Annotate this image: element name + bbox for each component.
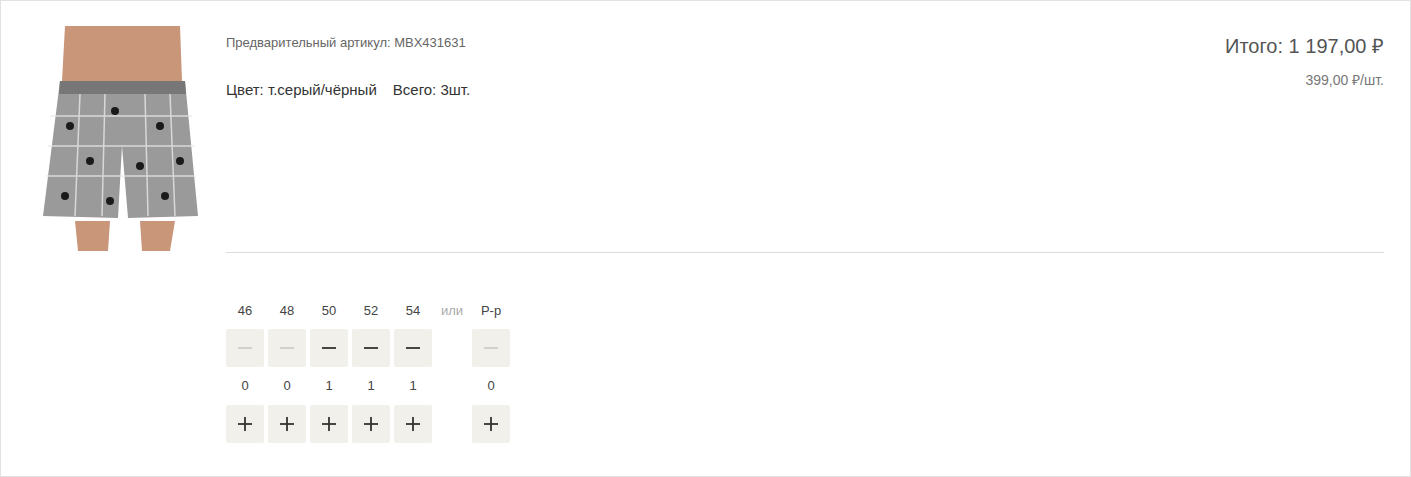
article-label: Предварительный артикул: MBX431631 [226,26,470,51]
increase-button[interactable] [394,405,432,443]
size-column: 48 0 [268,302,306,443]
increase-button[interactable] [310,405,348,443]
custom-size-column: Р-р 0 [472,302,510,443]
minus-icon [279,340,295,356]
increase-button[interactable] [472,405,510,443]
minus-icon [237,340,253,356]
plus-icon [405,416,421,432]
size-label: 50 [322,302,336,320]
plus-icon [363,416,379,432]
minus-icon [363,340,379,356]
size-label: 52 [364,302,378,320]
decrease-button[interactable] [352,329,390,367]
size-label: 46 [238,302,252,320]
decrease-button[interactable] [472,329,510,367]
minus-icon [321,340,337,356]
decrease-button[interactable] [268,329,306,367]
size-count: 1 [367,377,374,395]
total-price: Итого: 1 197,00 ₽ [1225,34,1384,58]
size-column: 50 1 [310,302,348,443]
size-selector: 46 0 48 0 50 1 52 1 54 1 или Р-р 0 [226,253,1384,443]
size-count: 0 [487,377,494,395]
plus-icon [483,416,499,432]
plus-icon [279,416,295,432]
size-label: Р-р [481,302,501,320]
plus-icon [237,416,253,432]
size-count: 1 [325,377,332,395]
increase-button[interactable] [226,405,264,443]
decrease-button[interactable] [394,329,432,367]
increase-button[interactable] [268,405,306,443]
size-column: 54 1 [394,302,432,443]
quantity-label: Всего: 3шт. [393,81,470,99]
or-separator: или [436,302,468,320]
size-count: 0 [283,377,290,395]
size-count: 1 [409,377,416,395]
size-label: 48 [280,302,294,320]
size-column: 46 0 [226,302,264,443]
unit-price: 399,00 ₽/шт. [1225,72,1384,89]
minus-icon [405,340,421,356]
decrease-button[interactable] [226,329,264,367]
size-column: 52 1 [352,302,390,443]
cart-item: Предварительный артикул: MBX431631 Цвет: … [0,0,1411,477]
color-label: Цвет: т.серый/чёрный [226,81,377,99]
size-count: 0 [241,377,248,395]
product-photo[interactable] [40,26,205,251]
minus-icon [483,340,499,356]
increase-button[interactable] [352,405,390,443]
item-header: Предварительный артикул: MBX431631 Цвет: … [226,26,1384,253]
plus-icon [321,416,337,432]
decrease-button[interactable] [310,329,348,367]
boxer-shorts-icon [40,26,205,251]
size-label: 54 [406,302,420,320]
